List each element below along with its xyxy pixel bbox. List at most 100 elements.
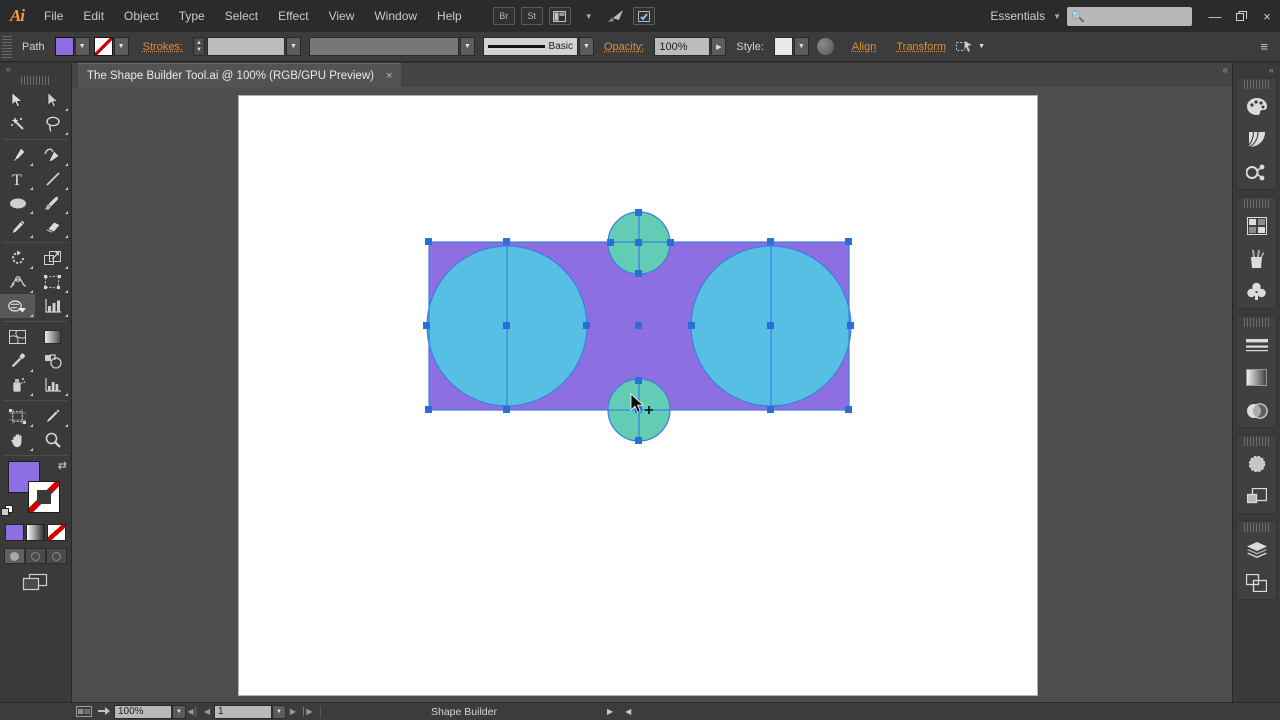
rotate-tool[interactable]	[0, 246, 35, 270]
chevron-down-icon[interactable]: ▼	[577, 7, 599, 25]
document-tab[interactable]: The Shape Builder Tool.ai @ 100% (RGB/GP…	[78, 63, 402, 87]
mesh-tool[interactable]	[0, 325, 35, 349]
dock-collapse-icon[interactable]: «	[1233, 63, 1280, 77]
align-button[interactable]: Align	[842, 41, 886, 53]
arrange-documents-icon[interactable]	[548, 7, 571, 25]
artboard-number-field[interactable]: 1	[214, 704, 272, 719]
selection-tool[interactable]	[0, 88, 35, 112]
status-expand-icon[interactable]: ▶	[601, 707, 619, 716]
curvature-tool[interactable]	[35, 143, 70, 167]
draw-behind-button[interactable]	[24, 548, 46, 564]
first-artboard-button[interactable]: ◀│	[186, 705, 200, 719]
type-tool[interactable]: T	[0, 167, 35, 191]
paintbrush-tool[interactable]	[35, 191, 70, 215]
menu-view[interactable]: View	[319, 0, 365, 32]
menu-edit[interactable]: Edit	[73, 0, 114, 32]
slice-tool[interactable]	[35, 404, 70, 428]
menu-type[interactable]: Type	[169, 0, 215, 32]
workspace-chevron-down-icon[interactable]: ▼	[1053, 12, 1061, 21]
bridge-icon[interactable]: Br	[492, 7, 515, 25]
menu-window[interactable]: Window	[364, 0, 427, 32]
pen-tool[interactable]	[0, 143, 35, 167]
select-similar-group[interactable]: ▼	[956, 37, 989, 56]
stroke-weight-field[interactable]	[207, 37, 285, 56]
restore-button[interactable]	[1228, 0, 1254, 32]
rocket-icon[interactable]	[605, 7, 627, 25]
stroke-weight-chevron-down-icon[interactable]: ▼	[286, 37, 301, 56]
eyedropper-tool[interactable]	[0, 349, 35, 373]
draw-normal-button[interactable]	[3, 548, 25, 564]
opacity-field[interactable]: 100%	[654, 37, 711, 56]
color-themes-panel-icon[interactable]	[1237, 156, 1276, 189]
graphic-style-swatch[interactable]	[773, 37, 793, 56]
draw-inside-button[interactable]	[45, 548, 67, 564]
variable-width-profile-field[interactable]	[309, 37, 459, 56]
column-graph-tool[interactable]	[35, 294, 70, 318]
zoom-chevron-down-icon[interactable]: ▼	[172, 704, 186, 719]
gradient-mode-button[interactable]	[25, 524, 45, 541]
stroke-weight-stepper[interactable]: ▲ ▼	[193, 37, 205, 56]
toolbar-grip[interactable]	[20, 76, 51, 85]
gradient-panel-icon[interactable]	[1237, 361, 1276, 394]
document-info-icon[interactable]	[74, 705, 94, 719]
dock-group-grip[interactable]	[1243, 80, 1270, 89]
none-mode-button[interactable]	[46, 524, 66, 541]
artboard-tool[interactable]	[0, 404, 35, 428]
opacity-label[interactable]: Opacity:	[594, 41, 654, 53]
control-bar-menu-icon[interactable]: ≡	[1254, 39, 1274, 54]
stroke-panel-icon[interactable]	[1237, 328, 1276, 361]
recolor-artwork-icon[interactable]	[816, 38, 834, 55]
fill-swatch[interactable]	[54, 37, 74, 56]
magic-wand-tool[interactable]	[0, 112, 35, 136]
last-artboard-button[interactable]: │▶	[300, 705, 314, 719]
library-sync-icon[interactable]	[632, 7, 655, 25]
fill-chevron-down-icon[interactable]: ▼	[74, 37, 90, 56]
default-fill-stroke-icon[interactable]	[1, 505, 13, 517]
artwork[interactable]	[239, 96, 1039, 697]
select-similar-chevron-down-icon[interactable]: ▼	[974, 37, 989, 56]
artboards-panel-icon[interactable]	[1237, 566, 1276, 599]
graphic-styles-panel-icon[interactable]	[1237, 480, 1276, 513]
lasso-tool[interactable]	[35, 112, 70, 136]
line-segment-tool[interactable]	[35, 167, 70, 191]
toolbar-stroke-swatch[interactable]	[28, 481, 60, 513]
gradient-tool[interactable]	[35, 325, 70, 349]
dock-group-grip[interactable]	[1243, 523, 1270, 532]
status-collapse-icon[interactable]: ◀	[619, 707, 637, 716]
stroke-swatch[interactable]	[93, 37, 113, 56]
symbols-panel-icon[interactable]	[1237, 275, 1276, 308]
eraser-tool[interactable]	[35, 215, 70, 239]
shape-builder-tool[interactable]	[0, 294, 35, 318]
menu-select[interactable]: Select	[215, 0, 268, 32]
variable-width-chevron-down-icon[interactable]: ▼	[460, 37, 475, 56]
canvas-area[interactable]	[72, 87, 1232, 702]
ellipse-tool[interactable]	[0, 191, 35, 215]
color-mode-button[interactable]	[4, 524, 24, 541]
layers-panel-icon[interactable]	[1237, 533, 1276, 566]
previous-artboard-button[interactable]: ◀	[200, 705, 214, 719]
menu-file[interactable]: File	[34, 0, 73, 32]
brush-definition-chevron-down-icon[interactable]: ▼	[579, 37, 594, 56]
brushes-panel-icon[interactable]	[1237, 242, 1276, 275]
color-guide-panel-icon[interactable]	[1237, 123, 1276, 156]
tabbar-collapse-icon[interactable]: «	[1222, 65, 1228, 76]
dock-group-grip[interactable]	[1243, 437, 1270, 446]
symbol-sprayer-tool[interactable]	[0, 373, 35, 397]
menu-help[interactable]: Help	[427, 0, 472, 32]
dock-group-grip[interactable]	[1243, 318, 1270, 327]
transparency-panel-icon[interactable]	[1237, 394, 1276, 427]
minimize-button[interactable]: —	[1202, 0, 1228, 32]
control-bar-grip[interactable]	[2, 35, 12, 58]
dock-group-grip[interactable]	[1243, 199, 1270, 208]
swatches-panel-icon[interactable]	[1237, 209, 1276, 242]
pencil-tool[interactable]	[0, 215, 35, 239]
graph-tool[interactable]	[35, 373, 70, 397]
stock-icon[interactable]: St	[520, 7, 543, 25]
transform-button[interactable]: Transform	[886, 41, 956, 53]
stroke-swatch-group[interactable]: ▼	[93, 37, 129, 56]
brush-definition-field[interactable]: Basic	[483, 37, 578, 56]
workspace-switcher[interactable]: Essentials	[984, 9, 1051, 23]
stroke-chevron-down-icon[interactable]: ▼	[113, 37, 129, 56]
next-artboard-button[interactable]: ▶	[286, 705, 300, 719]
hand-tool[interactable]	[0, 428, 35, 452]
